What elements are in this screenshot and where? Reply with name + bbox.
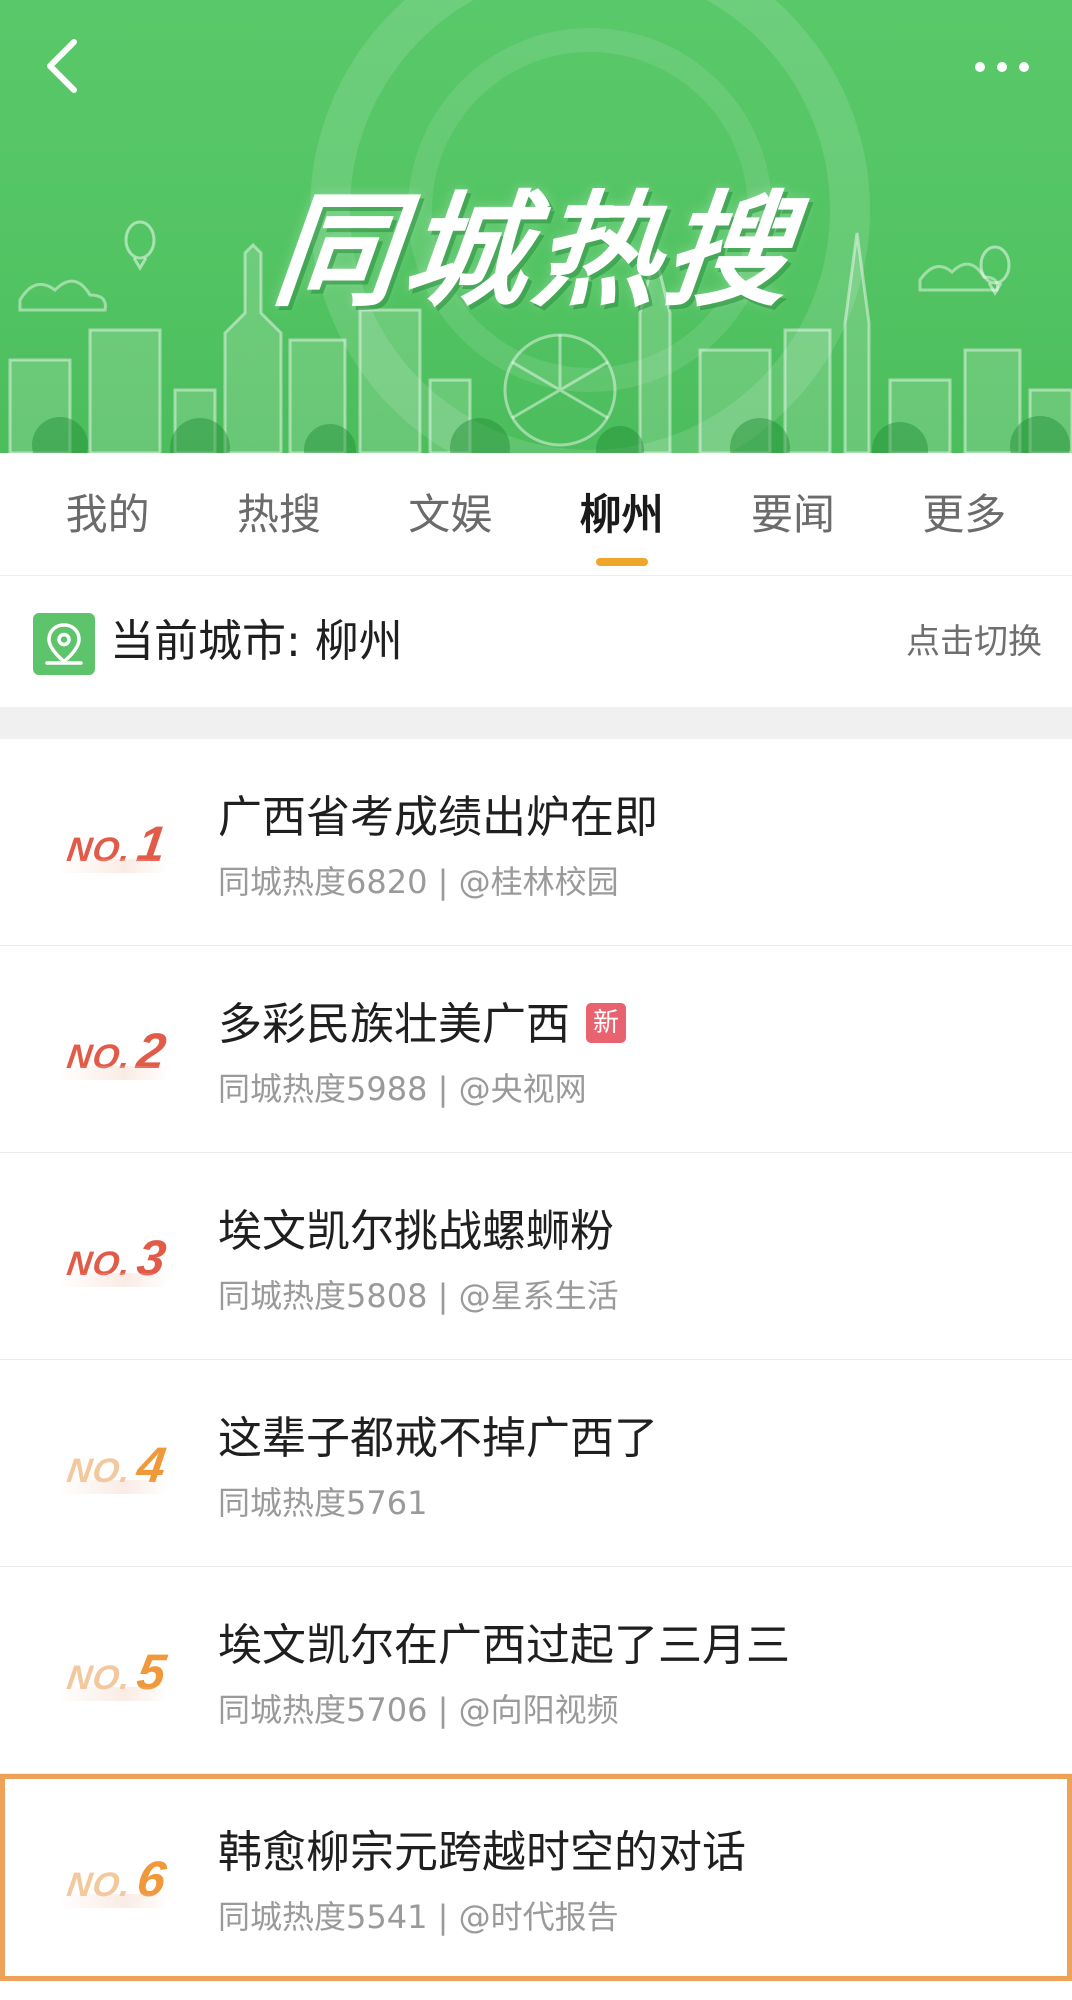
- tab-bar: 我的 热搜 文娱 柳州 要闻 更多: [0, 453, 1072, 576]
- rank-shade: [58, 859, 171, 873]
- more-horizontal-icon: [975, 62, 1029, 72]
- rank-badge: NO.2: [58, 1022, 171, 1082]
- tab-label: 要闻: [750, 489, 835, 539]
- item-title: 埃文凯尔在广西过起了三月三: [218, 1609, 790, 1673]
- switch-city-button[interactable]: 点击切换: [906, 577, 1042, 707]
- item-title-text: 韩愈柳宗元跨越时空的对话: [218, 1827, 746, 1878]
- rank-badge: NO.4: [58, 1436, 171, 1496]
- item-meta: 同城热度5706 | @向阳视频: [218, 1691, 619, 1729]
- current-city-bar: 当前城市: 柳州 点击切换: [0, 577, 1072, 707]
- rank-shade: [58, 1480, 171, 1494]
- list-item-highlighted[interactable]: NO.6 韩愈柳宗元跨越时空的对话 同城热度5541 | @时代报告: [0, 1774, 1072, 1981]
- rank-shade: [58, 1894, 171, 1908]
- rank-shade: [58, 1273, 171, 1287]
- item-title-text: 这辈子都戒不掉广西了: [218, 1413, 658, 1464]
- list-item[interactable]: NO.4 这辈子都戒不掉广西了 同城热度5761: [0, 1360, 1072, 1567]
- item-title: 埃文凯尔挑战螺蛳粉: [218, 1195, 614, 1259]
- chevron-left-icon: [47, 39, 77, 93]
- item-meta: 同城热度5988 | @央视网: [218, 1070, 587, 1108]
- item-title: 多彩民族壮美广西新: [218, 988, 626, 1052]
- item-title: 韩愈柳宗元跨越时空的对话: [218, 1816, 746, 1880]
- item-meta: 同城热度5541 | @时代报告: [218, 1898, 619, 1936]
- tab-liuzhou[interactable]: 柳州: [547, 453, 697, 576]
- back-button[interactable]: [38, 36, 88, 96]
- item-title-text: 多彩民族壮美广西: [218, 999, 570, 1050]
- tab-entertainment[interactable]: 文娱: [375, 453, 525, 576]
- tab-label: 热搜: [236, 489, 321, 539]
- tab-hot-search[interactable]: 热搜: [204, 453, 354, 576]
- page-title: 同城热搜: [267, 180, 803, 324]
- rank-badge: NO.5: [58, 1643, 171, 1703]
- tab-label: 柳州: [579, 489, 664, 539]
- tab-mine[interactable]: 我的: [33, 453, 183, 576]
- list-item[interactable]: NO.1 广西省考成绩出炉在即 同城热度6820 | @桂林校园: [0, 739, 1072, 946]
- new-badge: 新: [586, 1003, 626, 1043]
- item-title-text: 埃文凯尔挑战螺蛳粉: [218, 1206, 614, 1257]
- rank-shade: [58, 1687, 171, 1701]
- rank-badge: NO.3: [58, 1229, 171, 1289]
- tab-more[interactable]: 更多: [889, 453, 1039, 576]
- list-item[interactable]: NO.2 多彩民族壮美广西新 同城热度5988 | @央视网: [0, 946, 1072, 1153]
- list-item[interactable]: NO.3 埃文凯尔挑战螺蛳粉 同城热度5808 | @星系生活: [0, 1153, 1072, 1360]
- item-title-text: 广西省考成绩出炉在即: [218, 792, 658, 843]
- item-meta: 同城热度5808 | @星系生活: [218, 1277, 619, 1315]
- location-icon: [33, 613, 95, 675]
- rank-shade: [58, 1066, 171, 1080]
- tab-label: 文娱: [408, 489, 493, 539]
- hot-search-list: NO.1 广西省考成绩出炉在即 同城热度6820 | @桂林校园 NO.2 多彩…: [0, 739, 1072, 1981]
- rank-badge: NO.1: [58, 815, 171, 875]
- tab-label: 更多: [922, 489, 1007, 539]
- item-meta: 同城热度6820 | @桂林校园: [218, 863, 619, 901]
- tab-label: 我的: [65, 489, 150, 539]
- header-banner: 同城热搜: [0, 0, 1072, 453]
- item-title-text: 埃文凯尔在广西过起了三月三: [218, 1620, 790, 1671]
- item-title: 这辈子都戒不掉广西了: [218, 1402, 658, 1466]
- more-button[interactable]: [972, 52, 1032, 82]
- tab-news[interactable]: 要闻: [718, 453, 868, 576]
- rank-badge: NO.6: [58, 1850, 171, 1910]
- section-divider: [0, 707, 1072, 739]
- active-tab-indicator: [595, 557, 648, 566]
- current-city-label: 当前城市: 柳州: [110, 616, 403, 667]
- list-item[interactable]: NO.5 埃文凯尔在广西过起了三月三 同城热度5706 | @向阳视频: [0, 1567, 1072, 1774]
- item-title: 广西省考成绩出炉在即: [218, 781, 658, 845]
- item-meta: 同城热度5761: [218, 1484, 428, 1522]
